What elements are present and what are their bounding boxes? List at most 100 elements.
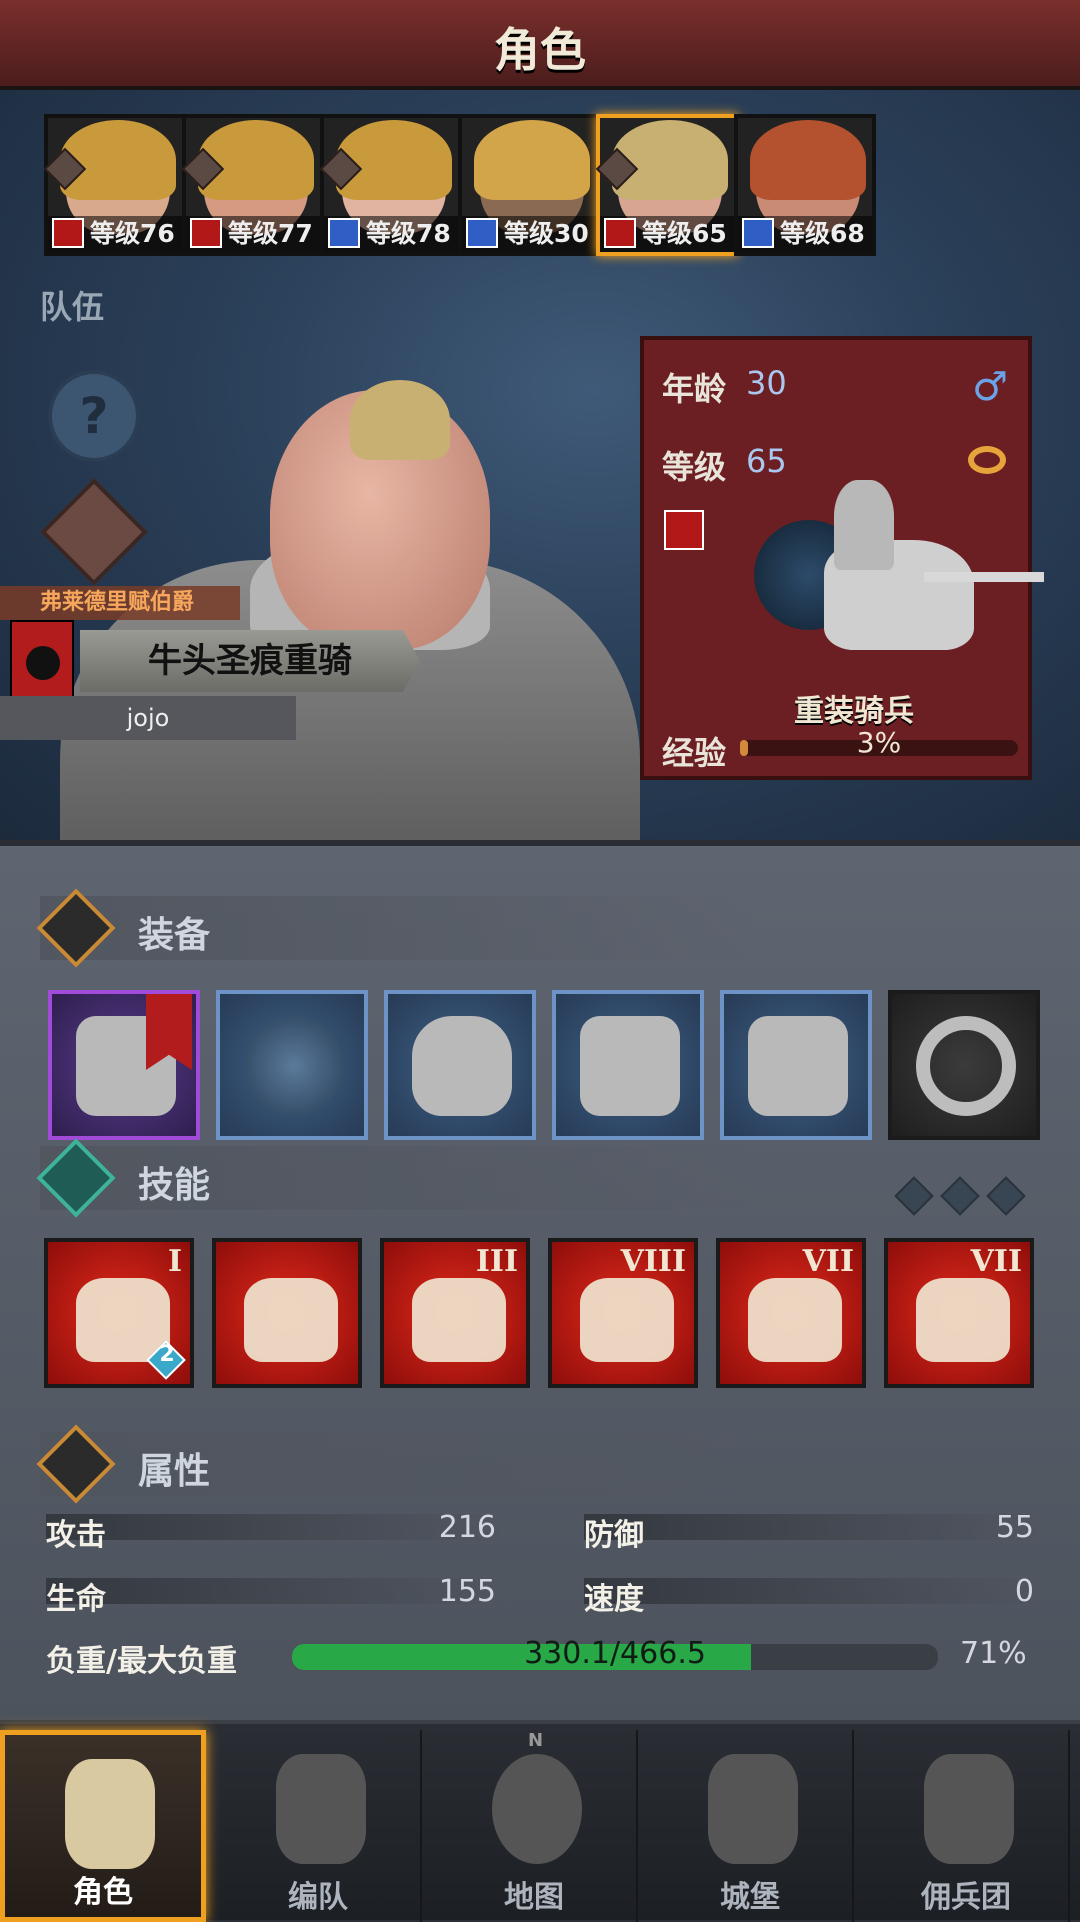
skill-sword[interactable]: VII — [884, 1238, 1034, 1388]
skill-heart[interactable]: VIII — [548, 1238, 698, 1388]
load-percent: 71% — [960, 1636, 1027, 1671]
knight-icon — [65, 1759, 155, 1869]
attributes-label: 属性 — [138, 1451, 211, 1492]
nav-label: 城堡 — [720, 1880, 780, 1915]
nav-character[interactable]: 角色 — [0, 1730, 206, 1922]
skill-rank: I — [167, 1244, 182, 1279]
hero-hair — [350, 380, 450, 460]
greaves-icon — [748, 1016, 848, 1116]
exp-text: 3% — [856, 726, 902, 759]
skills-header: 技能 — [36, 1138, 760, 1218]
equip-slot-armor[interactable] — [552, 990, 704, 1140]
hp-value: 155 — [438, 1574, 496, 1609]
hero-title: 弗莱德里赋伯爵 — [0, 586, 240, 620]
roster-portrait-1[interactable]: 等级76 — [43, 114, 186, 256]
unit-info-card: 年龄 30 ♂ 等级 65 重装骑兵 经验 3% — [640, 336, 1044, 780]
heavy-cavalry-illustration — [754, 480, 1044, 680]
class-icon — [328, 218, 360, 248]
load-label: 负重/最大负重 — [46, 1644, 237, 1679]
equipment-slots — [48, 990, 1048, 1140]
portrait-hair — [474, 120, 590, 200]
equip-slot-ring[interactable] — [888, 990, 1040, 1140]
equipment-header: 装备 — [36, 888, 760, 968]
class-icon — [742, 218, 774, 248]
equip-slot-greaves[interactable] — [720, 990, 872, 1140]
roster-portrait-2[interactable]: 等级77 — [181, 114, 324, 256]
skill-horse-charge[interactable]: I 2 — [44, 1238, 194, 1388]
nav-mercenaries[interactable]: 佣兵团 — [864, 1730, 1070, 1922]
skill-rank: VII — [970, 1244, 1022, 1279]
empty-slot-icon — [894, 1176, 934, 1216]
class-icon — [466, 218, 498, 248]
strength-sword-icon — [412, 1278, 506, 1362]
helmet-icon — [412, 1016, 512, 1116]
nav-map[interactable]: N 地图 — [432, 1730, 638, 1922]
player-name: jojo — [0, 696, 296, 740]
cavalry-class-icon — [664, 510, 704, 550]
defense-value: 55 — [995, 1510, 1034, 1545]
age-value: 30 — [746, 364, 787, 402]
bottom-nav: 角色 编队 N 地图 城堡 佣兵团 — [0, 1720, 1080, 1922]
nav-label: 角色 — [73, 1875, 133, 1910]
character-scene: 等级76 等级77 等级78 等级30 等级65 等级68 队伍 ? 弗莱德里赋… — [0, 90, 1080, 860]
class-icon — [604, 218, 636, 248]
sword-icon — [36, 888, 116, 968]
skill-rank: III — [475, 1244, 518, 1279]
question-icon: ? — [79, 387, 109, 445]
speed-value: 0 — [1014, 1574, 1034, 1609]
skill-list: I 2 III VIII VII VII — [44, 1238, 1044, 1388]
roster-portrait-3[interactable]: 等级78 — [319, 114, 462, 256]
skill-horse-upgrade[interactable] — [212, 1238, 362, 1388]
roster-portrait-5[interactable]: 等级65 — [595, 114, 738, 256]
hero-name[interactable]: 牛头圣痕重骑 — [80, 630, 420, 692]
attack-value: 216 — [438, 1510, 496, 1545]
person-icon — [36, 1424, 116, 1504]
empty-slot-icon — [940, 1176, 980, 1216]
equip-slot-lance[interactable] — [48, 990, 200, 1140]
details-panel: 装备 技能 I 2 III VIII VII VII 属性 攻击 216 防御 … — [0, 840, 1080, 1720]
class-icon — [52, 218, 84, 248]
equip-slot-helmet[interactable] — [384, 990, 536, 1140]
mercenary-diamond-button[interactable] — [40, 478, 148, 586]
heart-pulse-icon — [580, 1278, 674, 1362]
married-ring-icon — [968, 446, 1006, 474]
sword-icon — [916, 1278, 1010, 1362]
help-button[interactable]: ? — [48, 370, 140, 462]
top-header: 角色 — [0, 0, 1080, 90]
nav-label: 编队 — [288, 1880, 348, 1915]
nav-castle[interactable]: 城堡 — [648, 1730, 854, 1922]
skill-slot-indicators — [894, 1176, 1038, 1216]
plume-icon — [244, 1016, 344, 1116]
male-icon: ♂ — [972, 364, 1008, 410]
roster-portrait-6[interactable]: 等级68 — [734, 114, 876, 256]
level-value: 65 — [746, 442, 787, 480]
roster-strip: 等级76 等级77 等级78 等级30 等级65 等级68 — [43, 114, 1044, 262]
skills-label: 技能 — [138, 1165, 211, 1206]
skill-strength-sword[interactable]: III — [380, 1238, 530, 1388]
horse-upgrade-icon — [244, 1278, 338, 1362]
nav-label: 地图 — [504, 1880, 564, 1915]
team-label: 队伍 — [40, 288, 105, 326]
nav-formation[interactable]: 编队 — [216, 1730, 422, 1922]
speed-label: 速度 — [584, 1582, 644, 1617]
level-label: 等级 — [662, 448, 727, 486]
dumbbell-icon — [748, 1278, 842, 1362]
skill-rank: VII — [802, 1244, 854, 1279]
portrait-hair — [750, 120, 866, 200]
black-sun-emblem — [26, 646, 60, 680]
compass-icon — [492, 1754, 582, 1864]
lance — [924, 572, 1044, 582]
ring-icon — [916, 1016, 1016, 1116]
equip-slot-plume[interactable] — [216, 990, 368, 1140]
class-icon — [190, 218, 222, 248]
castle-icon — [708, 1754, 798, 1864]
attack-label: 攻击 — [46, 1518, 106, 1553]
exp-label: 经验 — [662, 734, 727, 772]
star-icon — [36, 1138, 116, 1218]
mercenary-banner-icon — [924, 1754, 1014, 1864]
roster-portrait-4[interactable]: 等级30 — [458, 114, 600, 256]
plate-armor-icon — [580, 1016, 680, 1116]
rider — [834, 480, 894, 570]
empty-slot-icon — [986, 1176, 1026, 1216]
skill-dumbbell[interactable]: VII — [716, 1238, 866, 1388]
